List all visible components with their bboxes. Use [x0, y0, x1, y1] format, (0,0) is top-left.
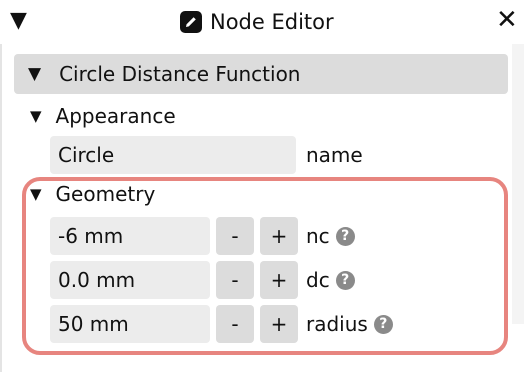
section-header-circle-distance-function[interactable]: ▼ Circle Distance Function [14, 54, 508, 94]
help-icon[interactable]: ? [335, 270, 355, 290]
dc-increment-button[interactable]: + [260, 261, 298, 299]
radius-value: 50 mm [58, 312, 129, 336]
dc-value: 0.0 mm [58, 268, 136, 292]
name-field-value: Circle [58, 143, 115, 167]
group-header-geometry[interactable]: ▼ Geometry [30, 180, 155, 208]
window-collapse-icon[interactable]: ▼ [10, 10, 27, 32]
dc-decrement-button[interactable]: - [216, 261, 254, 299]
close-icon[interactable]: ✕ [496, 7, 518, 33]
window-left-border [0, 44, 8, 372]
nc-value-field[interactable]: -6 mm [50, 217, 210, 255]
nc-label-text: nc [306, 224, 330, 248]
section-title: Circle Distance Function [59, 62, 301, 86]
nc-label: nc ? [306, 217, 355, 255]
group-title: Appearance [55, 104, 176, 128]
help-icon[interactable]: ? [335, 226, 355, 246]
dc-label-text: dc [306, 268, 330, 292]
section-collapse-icon: ▼ [28, 64, 42, 84]
pencil-icon [180, 11, 202, 33]
radius-increment-button[interactable]: + [260, 305, 298, 343]
nc-value: -6 mm [58, 224, 124, 248]
name-field[interactable]: Circle [50, 136, 296, 174]
dc-value-field[interactable]: 0.0 mm [50, 261, 210, 299]
window-title: Node Editor [210, 10, 334, 34]
radius-label: radius ? [306, 305, 393, 343]
group-collapse-icon: ▼ [30, 185, 42, 203]
radius-decrement-button[interactable]: - [216, 305, 254, 343]
vertical-scrollbar[interactable] [512, 44, 524, 324]
dc-label: dc ? [306, 261, 355, 299]
node-editor-window: ▼ Node Editor ✕ ▼ Circle Distance Functi… [0, 0, 524, 372]
name-label: name [306, 136, 363, 174]
nc-increment-button[interactable]: + [260, 217, 298, 255]
radius-value-field[interactable]: 50 mm [50, 305, 210, 343]
group-header-appearance[interactable]: ▼ Appearance [30, 102, 176, 130]
group-title: Geometry [55, 182, 156, 206]
nc-decrement-button[interactable]: - [216, 217, 254, 255]
name-label-text: name [306, 143, 363, 167]
group-collapse-icon: ▼ [30, 107, 42, 125]
radius-label-text: radius [306, 312, 368, 336]
title-bar: ▼ Node Editor ✕ [0, 0, 524, 44]
window-title-group: Node Editor [180, 9, 334, 35]
help-icon[interactable]: ? [373, 314, 393, 334]
